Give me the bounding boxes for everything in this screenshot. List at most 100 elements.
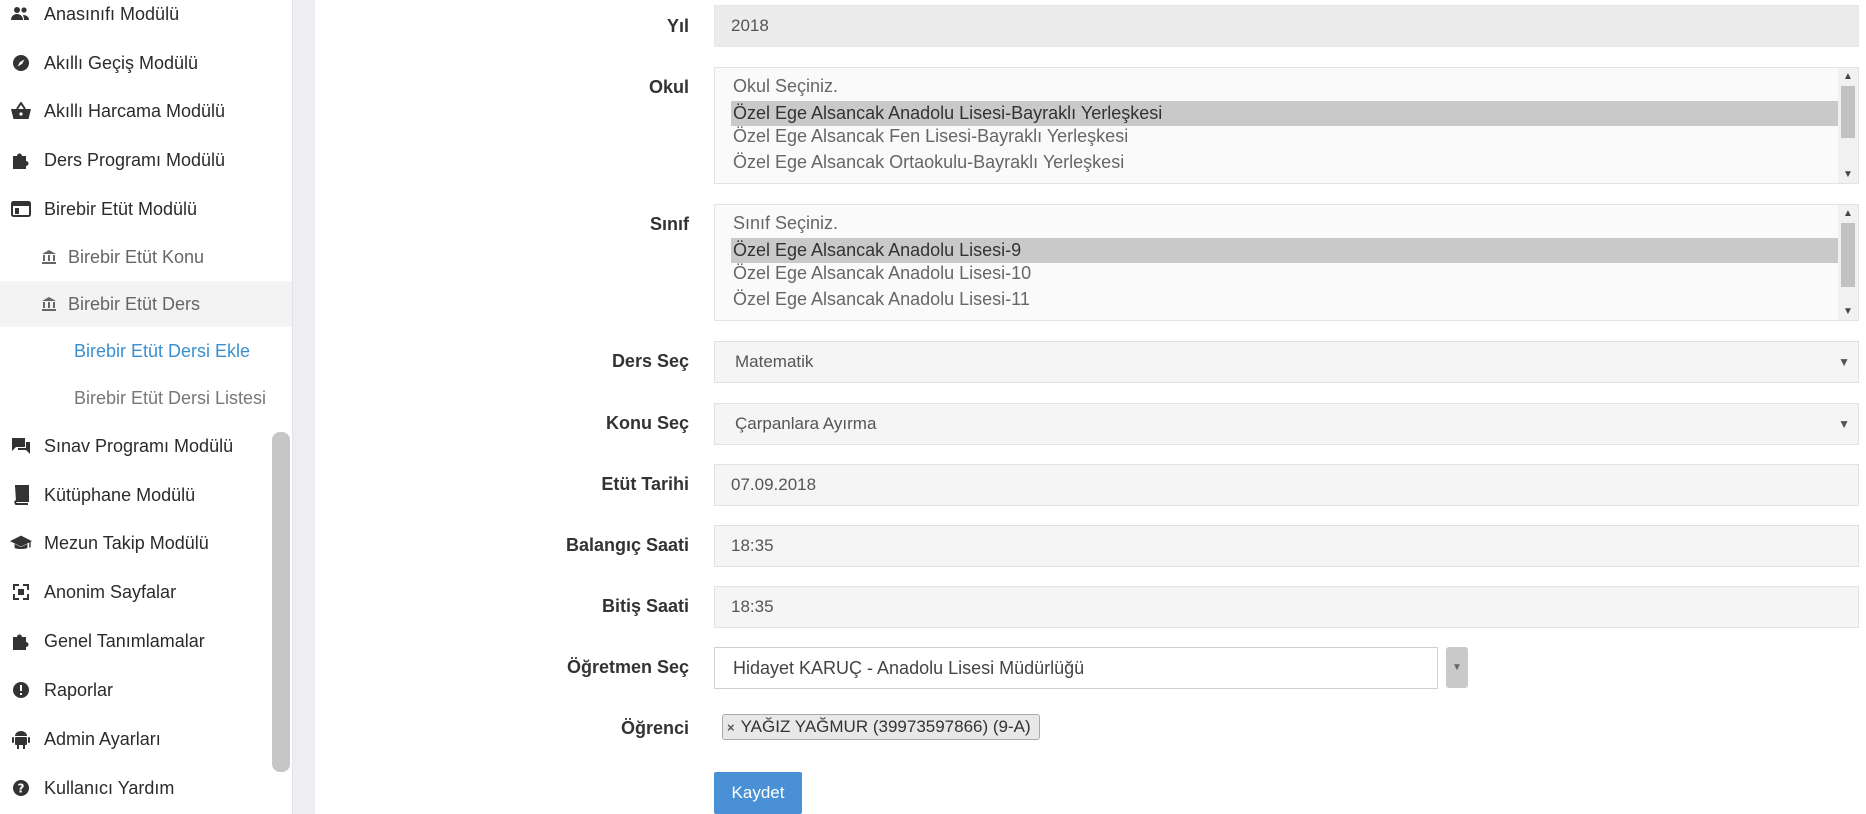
sidebar-item-label: Anasınıfı Modülü	[44, 3, 180, 24]
year-value: 2018	[731, 16, 769, 35]
class-option[interactable]: Özel Ege Alsancak Anadolu Lisesi-11	[733, 289, 1030, 310]
sidebar-item-birebir-etut-konu[interactable]: Birebir Etüt Konu	[0, 234, 292, 280]
sidebar-item-label: Mezun Takip Modülü	[44, 532, 209, 553]
chevron-down-icon: ▼	[1452, 662, 1462, 673]
sidebar: Anasınıfı Modülü Akıllı Geçiş Modülü Akı…	[0, 0, 293, 814]
school-option[interactable]: Okul Seçiniz.	[733, 76, 838, 97]
sidebar-item-label: Ders Programı Modülü	[44, 149, 226, 170]
class-listbox[interactable]: Sınıf Seçiniz. Özel Ege Alsancak Anadolu…	[714, 204, 1859, 321]
teacher-dropdown-toggle[interactable]: ▼	[1446, 647, 1468, 688]
sidebar-item-label: Genel Tanımlamalar	[44, 630, 205, 651]
sidebar-item-sinav-programi[interactable]: Sınav Programı Modülü	[0, 423, 292, 469]
puzzle-icon	[10, 149, 32, 171]
sidebar-item-label: Birebir Etüt Dersi Ekle	[74, 340, 251, 361]
basket-icon	[10, 100, 32, 122]
class-scroll-thumb[interactable]	[1841, 223, 1855, 287]
help-icon: ?	[10, 777, 32, 799]
android-icon	[10, 728, 32, 750]
scroll-down-icon[interactable]: ▼	[1838, 169, 1858, 180]
sidebar-item-anasinifi[interactable]: Anasınıfı Modülü	[0, 0, 292, 37]
class-option[interactable]: Özel Ege Alsancak Anadolu Lisesi-10	[733, 263, 1031, 284]
sidebar-gutter	[293, 0, 315, 814]
topic-select[interactable]: Çarpanlara Ayırma ▼	[714, 403, 1859, 445]
sidebar-item-label: Kullanıcı Yardım	[44, 777, 175, 798]
expand-icon	[10, 581, 32, 603]
save-button[interactable]: Kaydet	[714, 772, 802, 814]
start-time-label: Balangıç Saati	[565, 535, 689, 555]
school-option[interactable]: Özel Ege Alsancak Fen Lisesi-Bayraklı Ye…	[733, 126, 1128, 147]
sidebar-item-admin-ayarlari[interactable]: Admin Ayarları	[0, 716, 292, 762]
class-option[interactable]: Sınıf Seçiniz.	[733, 213, 838, 234]
year-label: Yıl	[666, 16, 689, 36]
sidebar-item-anonim-sayfalar[interactable]: Anonim Sayfalar	[0, 569, 292, 615]
class-listbox-scrollbar[interactable]: ▲ ▼	[1838, 205, 1858, 320]
sidebar-item-akilli-harcama[interactable]: Akıllı Harcama Modülü	[0, 88, 292, 134]
end-time-label: Bitiş Saati	[601, 596, 689, 616]
chevron-down-icon: ▼	[1838, 417, 1850, 431]
chevron-down-icon: ▼	[1838, 355, 1850, 369]
school-option-selected[interactable]: Özel Ege Alsancak Anadolu Lisesi-Bayrakl…	[731, 101, 1839, 126]
date-input[interactable]: 07.09.2018	[714, 464, 1859, 506]
users-icon	[10, 3, 32, 25]
bank-icon	[40, 248, 58, 266]
svg-text:?: ?	[18, 782, 25, 796]
sidebar-item-birebir-etut-dersi-listesi[interactable]: Birebir Etüt Dersi Listesi	[0, 375, 292, 421]
window-icon	[10, 198, 32, 220]
class-option-selected[interactable]: Özel Ege Alsancak Anadolu Lisesi-9	[731, 238, 1839, 263]
puzzle-icon	[10, 630, 32, 652]
sidebar-item-label: Anonim Sayfalar	[44, 581, 177, 602]
sidebar-item-birebir-etut[interactable]: Birebir Etüt Modülü	[0, 186, 292, 232]
sidebar-item-raporlar[interactable]: Raporlar	[0, 667, 292, 713]
sidebar-item-label: Birebir Etüt Modülü	[44, 198, 198, 219]
lesson-label: Ders Seç	[611, 351, 689, 371]
student-label: Öğrenci	[620, 718, 689, 738]
start-time-value: 18:35	[731, 536, 774, 555]
topic-value: Çarpanlara Ayırma	[735, 414, 877, 433]
school-option[interactable]: Özel Ege Alsancak Ortaokulu-Bayraklı Yer…	[733, 152, 1124, 173]
school-scroll-thumb[interactable]	[1841, 86, 1855, 138]
sidebar-item-label: Birebir Etüt Konu	[68, 246, 205, 267]
book-icon	[10, 484, 32, 506]
sidebar-item-label: Akıllı Harcama Modülü	[44, 100, 226, 121]
sidebar-item-birebir-etut-ders[interactable]: Birebir Etüt Ders	[0, 281, 292, 327]
sidebar-item-akilli-gecis[interactable]: Akıllı Geçiş Modülü	[0, 40, 292, 86]
compass-icon	[10, 52, 32, 74]
scroll-down-icon[interactable]: ▼	[1838, 306, 1858, 317]
teacher-select[interactable]: Hidayet KARUÇ - Anadolu Lisesi Müdürlüğü	[714, 647, 1438, 689]
lesson-value: Matematik	[735, 352, 814, 371]
end-time-input[interactable]: 18:35	[714, 586, 1859, 628]
school-listbox-scrollbar[interactable]: ▲ ▼	[1838, 68, 1858, 183]
topic-label: Konu Seç	[605, 413, 689, 433]
graduation-cap-icon	[10, 532, 32, 554]
sidebar-item-label: Birebir Etüt Ders	[68, 293, 201, 314]
sidebar-item-label: Birebir Etüt Dersi Listesi	[74, 387, 267, 408]
remove-tag-icon[interactable]: ×	[727, 720, 735, 735]
date-label: Etüt Tarihi	[601, 474, 689, 494]
scroll-up-icon[interactable]: ▲	[1838, 71, 1858, 82]
lesson-select[interactable]: Matematik ▼	[714, 341, 1859, 383]
sidebar-item-birebir-etut-dersi-ekle[interactable]: Birebir Etüt Dersi Ekle	[0, 328, 292, 374]
year-field: 2018	[714, 5, 1859, 47]
date-value: 07.09.2018	[731, 475, 817, 494]
sidebar-item-genel-tanimlamalar[interactable]: Genel Tanımlamalar	[0, 618, 292, 664]
sidebar-item-kutuphane[interactable]: Kütüphane Modülü	[0, 472, 292, 518]
sidebar-item-ders-programi[interactable]: Ders Programı Modülü	[0, 137, 292, 183]
scroll-up-icon[interactable]: ▲	[1838, 208, 1858, 219]
school-label: Okul	[648, 77, 689, 97]
start-time-input[interactable]: 18:35	[714, 525, 1859, 567]
teacher-label: Öğretmen Seç	[566, 657, 689, 677]
bank-icon	[40, 295, 58, 313]
sidebar-item-kullanici-yardim[interactable]: ? Kullanıcı Yardım	[0, 765, 292, 811]
sidebar-item-label: Raporlar	[44, 679, 114, 700]
alert-icon	[10, 679, 32, 701]
chat-icon	[10, 435, 32, 457]
teacher-value: Hidayet KARUÇ - Anadolu Lisesi Müdürlüğü	[733, 657, 1085, 678]
sidebar-item-label: Sınav Programı Modülü	[44, 435, 234, 456]
sidebar-item-label: Kütüphane Modülü	[44, 484, 196, 505]
sidebar-item-label: Akıllı Geçiş Modülü	[44, 52, 199, 73]
sidebar-item-mezun-takip[interactable]: Mezun Takip Modülü	[0, 520, 292, 566]
sidebar-scrollbar-thumb[interactable]	[272, 432, 290, 772]
sidebar-item-label: Admin Ayarları	[44, 728, 161, 749]
student-tag-label: YAĞIZ YAĞMUR (39973597866) (9-A)	[740, 717, 1031, 736]
school-listbox[interactable]: Okul Seçiniz. Özel Ege Alsancak Anadolu …	[714, 67, 1859, 184]
